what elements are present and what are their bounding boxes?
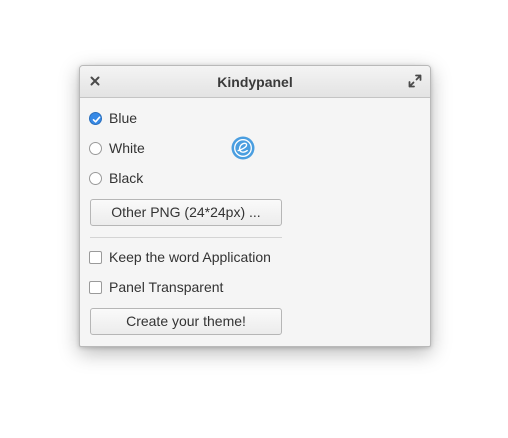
window-title: Kindypanel [217, 74, 293, 90]
kindypanel-window: Kindypanel Blue White Black Other PNG (2… [79, 65, 431, 347]
radio-label-black: Black [109, 170, 144, 186]
maximize-icon[interactable] [408, 74, 422, 88]
checkbox-panel-transparent[interactable] [89, 280, 102, 294]
checkbox-option-panel-transparent[interactable]: Panel Transparent [89, 278, 223, 296]
checkmark-icon [92, 115, 101, 123]
titlebar[interactable]: Kindypanel [80, 66, 430, 98]
radio-option-blue[interactable]: Blue [89, 109, 137, 127]
checkbox-label-panel-transparent: Panel Transparent [109, 279, 224, 295]
radio-label-blue: Blue [109, 110, 138, 126]
radio-option-white[interactable]: White [89, 139, 145, 157]
radio-white[interactable] [89, 141, 102, 155]
radio-option-black[interactable]: Black [89, 169, 143, 187]
create-theme-button[interactable]: Create your theme! [90, 308, 282, 335]
checkbox-keep-word[interactable] [89, 250, 102, 264]
checkbox-label-keep-word: Keep the word Application [109, 249, 271, 265]
radio-blue[interactable] [89, 111, 102, 125]
elementary-logo-icon [231, 136, 255, 160]
separator [90, 237, 282, 238]
checkbox-option-keep-word[interactable]: Keep the word Application [89, 248, 271, 266]
close-icon[interactable] [88, 74, 102, 88]
radio-black[interactable] [89, 171, 102, 185]
other-png-button[interactable]: Other PNG (24*24px) ... [90, 199, 282, 226]
radio-label-white: White [109, 140, 145, 156]
